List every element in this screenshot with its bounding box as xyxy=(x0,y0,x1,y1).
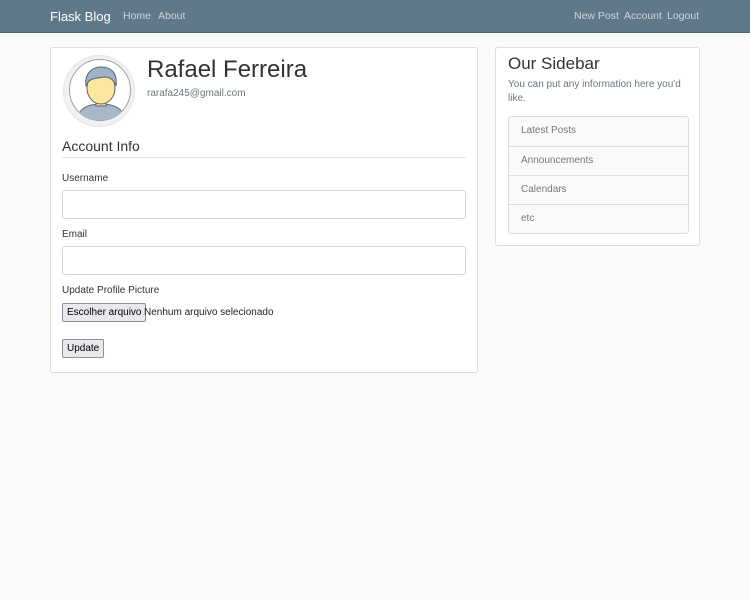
sidebar-item-announcements[interactable]: Announcements xyxy=(509,146,688,175)
email-input[interactable] xyxy=(62,246,466,275)
email-label: Email xyxy=(62,229,88,240)
sidebar-item-latest-posts[interactable]: Latest Posts xyxy=(509,117,688,146)
username-input[interactable] xyxy=(62,190,466,219)
account-info-heading: Account Info xyxy=(62,138,466,158)
nav-link-about[interactable]: About xyxy=(158,10,185,23)
sidebar-card: Our Sidebar You can put any information … xyxy=(495,47,700,246)
update-button[interactable]: Update xyxy=(62,339,105,358)
account-name: Rafael Ferreira xyxy=(147,56,308,83)
choose-file-button[interactable]: Escolher arquivo xyxy=(62,303,147,322)
nav-link-new-post[interactable]: New Post xyxy=(574,10,619,23)
nav-link-account[interactable]: Account xyxy=(624,10,662,23)
file-status-text: Nenhum arquivo selecionado xyxy=(144,307,274,318)
top-navbar: Flask Blog Home About New Post Account L… xyxy=(0,0,750,33)
avatar xyxy=(63,55,135,127)
avatar-illustration xyxy=(75,66,127,120)
sidebar-title: Our Sidebar xyxy=(508,54,600,73)
nav-link-home[interactable]: Home xyxy=(123,10,151,23)
sidebar-description: You can put any information here you'd l… xyxy=(508,79,681,104)
nav-link-logout[interactable]: Logout xyxy=(667,10,699,23)
account-email: rarafa245@gmail.com xyxy=(147,88,246,99)
sidebar-item-etc[interactable]: etc xyxy=(509,204,688,233)
username-label: Username xyxy=(62,173,109,184)
account-content-card: Rafael Ferreira rarafa245@gmail.com Acco… xyxy=(50,47,478,373)
sidebar-list: Latest Posts Announcements Calendars etc xyxy=(508,116,689,234)
brand-link[interactable]: Flask Blog xyxy=(50,9,111,25)
profile-picture-label: Update Profile Picture xyxy=(62,285,160,296)
default-profile-avatar-icon xyxy=(69,59,131,121)
sidebar-item-calendars[interactable]: Calendars xyxy=(509,175,688,204)
